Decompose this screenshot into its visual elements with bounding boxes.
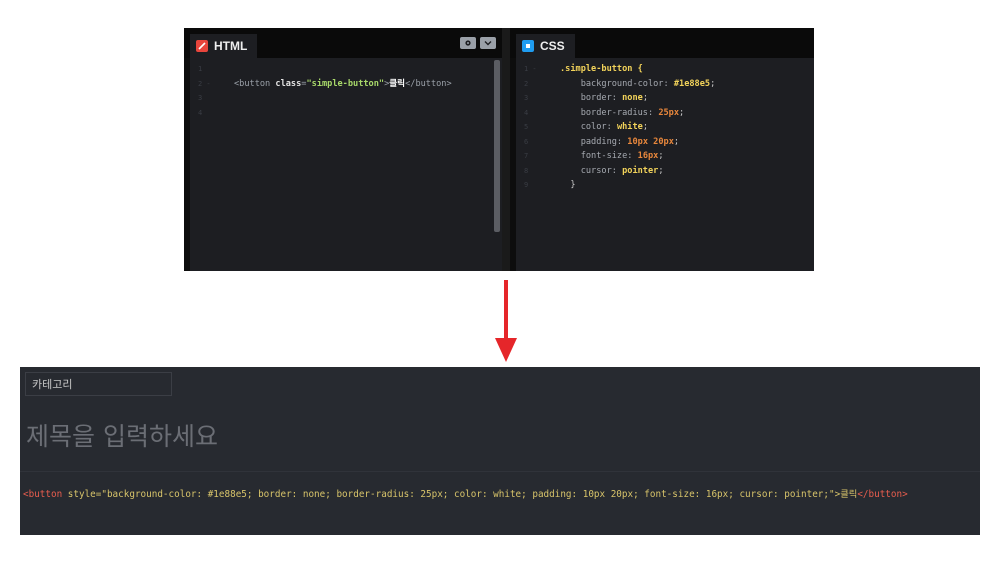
converted-code-line[interactable]: <button style="background-color: #1e88e5… xyxy=(23,486,908,500)
code-line: <button class="simple-button">클릭</button… xyxy=(234,77,494,92)
css-property: font-size: xyxy=(580,151,633,161)
html-pane: HTML 1 2 - 3 4 <button class="simple-but… xyxy=(184,28,502,271)
code-token: <button xyxy=(23,489,68,500)
line-number: 9 xyxy=(524,181,529,189)
code-token: </button> xyxy=(857,489,908,500)
css3-icon xyxy=(522,40,534,52)
css-semicolon: ; xyxy=(710,78,716,89)
title-input[interactable]: 제목을 입력하세요 xyxy=(26,417,218,453)
code-token: "simple-button" xyxy=(306,78,385,89)
line-number: 6 xyxy=(524,137,529,146)
css-semicolon: ; xyxy=(642,122,648,132)
line-number: 4 xyxy=(198,108,203,117)
html-code-area[interactable]: 1 2 - 3 4 <button class="simple-button">… xyxy=(190,58,502,271)
css-value: #1e88e5 xyxy=(673,78,711,89)
scrollbar[interactable] xyxy=(494,60,500,232)
line-number: 1 xyxy=(198,65,203,73)
code-token: 클릭 xyxy=(389,78,406,89)
line-number: 3 xyxy=(524,94,529,102)
code-editor: HTML 1 2 - 3 4 <button class="simple-but… xyxy=(184,28,814,271)
css-code-area[interactable]: 1 - 2 3 4 5 6 7 8 9 .simple-button { bac… xyxy=(516,58,814,271)
css-semicolon: ; xyxy=(679,107,685,118)
chevron-down-icon[interactable] xyxy=(480,37,496,49)
code-line: cursor: pointer; xyxy=(560,164,806,179)
line-number: 2 - xyxy=(198,79,211,88)
css-tabbar: CSS xyxy=(510,28,814,58)
category-input[interactable]: 카테고리 xyxy=(25,372,172,396)
css-value: white xyxy=(616,122,643,132)
pane-divider[interactable] xyxy=(502,28,510,271)
tab-html[interactable]: HTML xyxy=(190,34,258,58)
css-pane: CSS 1 - 2 3 4 5 6 7 8 9 .simple-button {… xyxy=(510,28,814,271)
html5-icon xyxy=(196,40,208,52)
line-number: 8 xyxy=(524,166,529,175)
css-property: border: xyxy=(580,93,617,103)
css-value: 10px 20px xyxy=(627,136,674,147)
line-number: 2 xyxy=(524,79,529,88)
css-value: 25px xyxy=(658,107,680,118)
post-editor-preview: 카테고리 제목을 입력하세요 <button style="background… xyxy=(20,367,980,535)
css-semicolon: ; xyxy=(658,165,664,176)
css-selector: .simple-button { xyxy=(560,64,643,74)
code-line: } xyxy=(560,178,806,193)
code-line: border-radius: 25px; xyxy=(560,106,806,121)
line-gutter: 1 2 - 3 4 xyxy=(190,62,222,120)
css-code: .simple-button { background-color: #1e88… xyxy=(560,62,806,193)
tab-css[interactable]: CSS xyxy=(516,34,575,58)
tab-css-label: CSS xyxy=(540,39,565,53)
code-line: border: none; xyxy=(560,91,806,106)
code-line: padding: 10px 20px; xyxy=(560,135,806,150)
line-number: 4 xyxy=(524,108,529,117)
css-semicolon: ; xyxy=(642,93,648,103)
code-line: color: white; xyxy=(560,120,806,135)
line-number: 1 - xyxy=(524,65,537,73)
code-line: .simple-button { xyxy=(560,62,806,77)
css-property: color: xyxy=(580,122,612,132)
code-token: 클릭 xyxy=(840,489,858,500)
line-number: 5 xyxy=(524,123,529,131)
css-value: pointer xyxy=(622,165,659,176)
css-closing-brace: } xyxy=(570,180,576,190)
code-token: </button> xyxy=(405,78,452,89)
code-line: background-color: #1e88e5; xyxy=(560,77,806,92)
css-semicolon: ; xyxy=(673,136,680,147)
line-number: 7 xyxy=(524,152,529,160)
css-value: 16px xyxy=(637,151,659,161)
code-token: style="background-color: #1e88e5; border… xyxy=(67,489,841,500)
line-number: 3 xyxy=(198,94,203,102)
html-code: <button class="simple-button">클릭</button… xyxy=(234,62,494,91)
css-property: padding: xyxy=(580,136,623,147)
arrow-down-icon xyxy=(495,280,517,362)
gear-icon[interactable] xyxy=(460,37,476,49)
html-tabbar: HTML xyxy=(184,28,502,58)
line-gutter: 1 - 2 3 4 5 6 7 8 9 xyxy=(516,62,548,193)
css-value: none xyxy=(622,93,643,103)
css-property: background-color: xyxy=(580,78,669,89)
divider xyxy=(20,471,980,472)
code-token: class xyxy=(275,78,302,89)
css-property: border-radius: xyxy=(580,107,654,118)
tab-html-label: HTML xyxy=(214,39,248,53)
code-line: font-size: 16px; xyxy=(560,149,806,164)
css-semicolon: ; xyxy=(658,151,664,161)
code-token: <button xyxy=(234,78,276,89)
css-property: cursor: xyxy=(580,165,617,176)
